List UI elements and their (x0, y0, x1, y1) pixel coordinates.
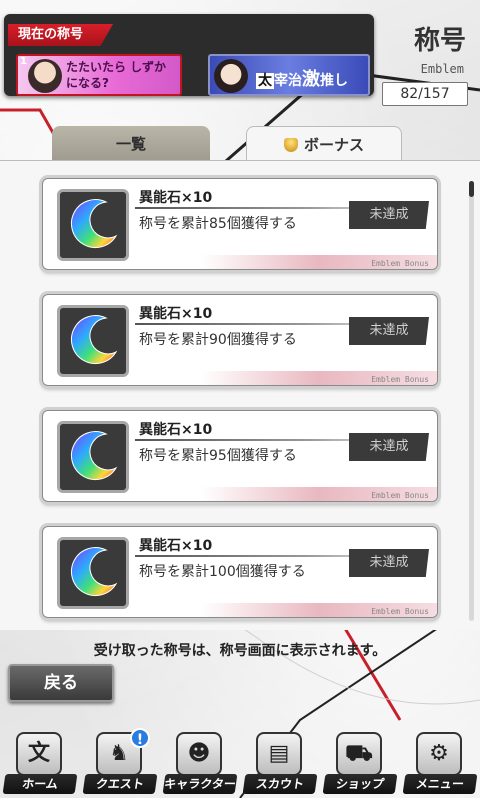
ability-stone-icon (57, 305, 129, 377)
list-item[interactable]: 異能石×10 称号を累計100個獲得する 未達成 Emblem Bonus (42, 526, 438, 618)
reward-label: 異能石×10 (139, 306, 213, 322)
notice-text: 受け取った称号は、称号画面に表示されます。 (93, 643, 387, 659)
footer-label: Emblem Bonus (371, 375, 429, 384)
tab-bonus[interactable]: ボーナス (246, 126, 402, 162)
scrollbar[interactable] (469, 181, 474, 621)
page-title: 称号 (413, 26, 466, 56)
equipped-emblem-2[interactable]: 太宰治激推し (208, 54, 370, 96)
bottom-nav: 文 ホーム ♞ ! クエスト ☻ キャラクター ▤ スカウト ⛟ ショップ ⚙ … (0, 728, 480, 798)
nav-quest[interactable]: ♞ ! クエスト (82, 728, 158, 798)
nav-label: クエスト (82, 774, 158, 794)
gear-icon: ⚙ (416, 732, 462, 776)
reward-label: 異能石×10 (139, 190, 213, 206)
nav-label: メニュー (402, 774, 478, 794)
emblem-slot-number: 1 (20, 56, 27, 67)
avatar (28, 59, 62, 93)
nav-shop[interactable]: ⛟ ショップ (322, 728, 398, 798)
reward-label: 異能石×10 (139, 422, 213, 438)
shop-cart-icon: ⛟ (336, 732, 382, 776)
current-emblem-panel: 現在の称号 1 たたいたら しずかになる? 太宰治激推し (4, 14, 374, 96)
condition-text: 称号を累計90個獲得する (139, 332, 297, 348)
status-badge: 未達成 (349, 549, 429, 577)
list-item[interactable]: 異能石×10 称号を累計90個獲得する 未達成 Emblem Bonus (42, 294, 438, 386)
current-emblem-label: 現在の称号 (8, 24, 114, 46)
nav-menu[interactable]: ⚙ メニュー (402, 728, 478, 798)
home-icon: 文 (16, 732, 62, 776)
page-subtitle: Emblem (420, 62, 464, 76)
list-item[interactable]: 異能石×10 称号を累計95個獲得する 未達成 Emblem Bonus (42, 410, 438, 502)
avatar (214, 59, 248, 93)
status-badge: 未達成 (349, 433, 429, 461)
nav-home[interactable]: 文 ホーム (2, 728, 78, 798)
nav-label: ショップ (322, 774, 398, 794)
status-badge: 未達成 (349, 317, 429, 345)
nav-label: ホーム (2, 774, 78, 794)
status-badge: 未達成 (349, 201, 429, 229)
emblem-text: 太宰治激推し (256, 69, 348, 90)
nav-character[interactable]: ☻ キャラクター (162, 728, 238, 798)
nav-label: キャラクター (162, 774, 238, 794)
footer-label: Emblem Bonus (371, 607, 429, 616)
back-button[interactable]: 戻る (8, 664, 114, 702)
list-item[interactable]: 異能石×10 称号を累計85個獲得する 未達成 Emblem Bonus (42, 178, 438, 270)
footer-label: Emblem Bonus (371, 259, 429, 268)
scout-icon: ▤ (256, 732, 302, 776)
emblem-count: 82/157 (382, 82, 468, 106)
ability-stone-icon (57, 189, 129, 261)
nav-label: スカウト (242, 774, 318, 794)
condition-text: 称号を累計95個獲得する (139, 448, 297, 464)
reward-label: 異能石×10 (139, 538, 213, 554)
character-icon: ☻ (176, 732, 222, 776)
scroll-thumb[interactable] (469, 181, 474, 197)
ability-stone-icon (57, 421, 129, 493)
equipped-emblem-1[interactable]: 1 たたいたら しずかになる? (16, 54, 182, 96)
nav-scout[interactable]: ▤ スカウト (242, 728, 318, 798)
condition-text: 称号を累計100個獲得する (139, 564, 306, 580)
notification-badge: ! (130, 728, 150, 748)
trophy-icon (283, 138, 298, 152)
condition-text: 称号を累計85個獲得する (139, 216, 297, 232)
emblem-text: たたいたら しずかになる? (66, 60, 166, 90)
footer-label: Emblem Bonus (371, 491, 429, 500)
tab-list[interactable]: 一覧 (52, 126, 210, 162)
ability-stone-icon (57, 537, 129, 609)
